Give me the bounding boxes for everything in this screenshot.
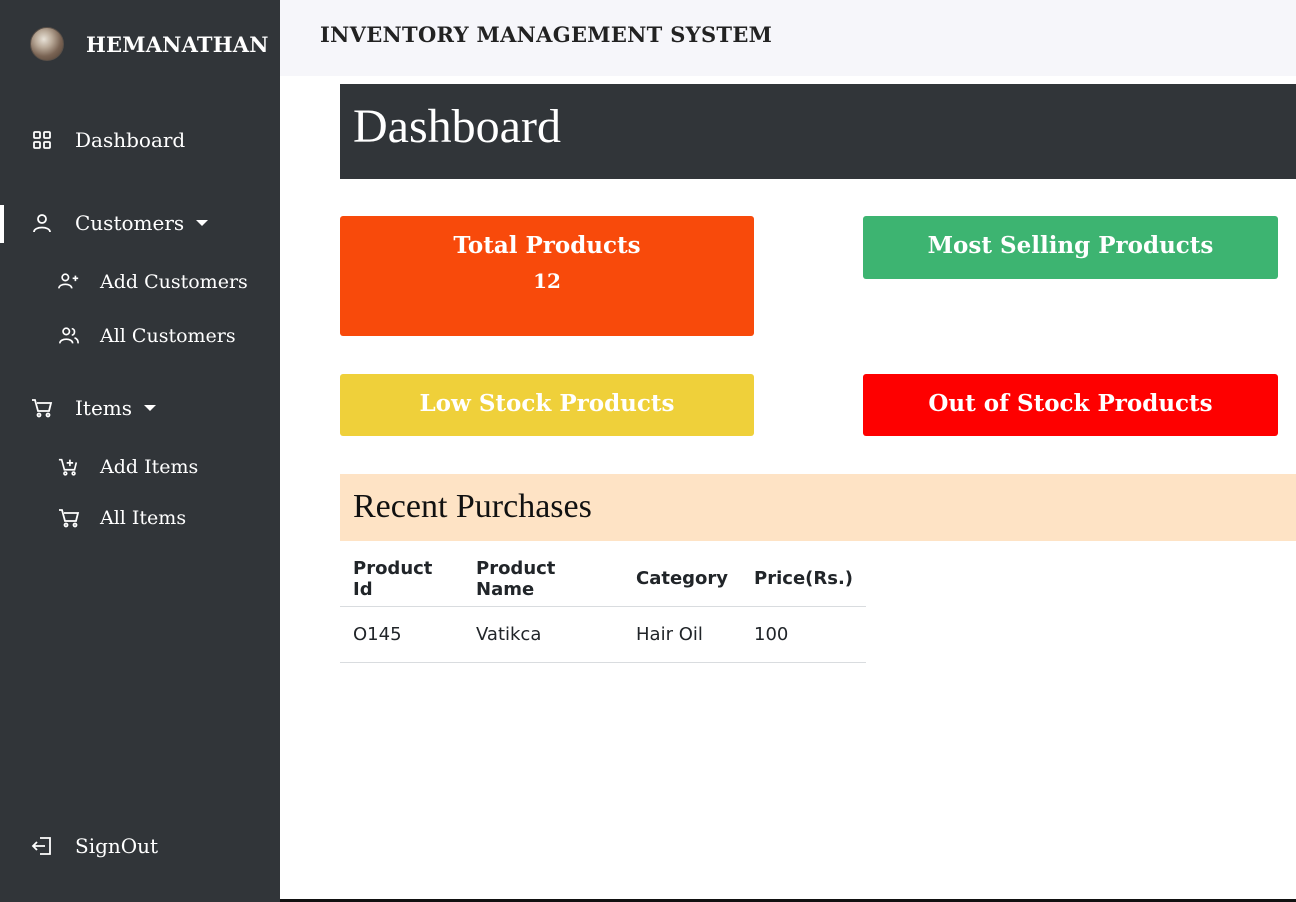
avatar[interactable] (30, 27, 64, 61)
sidebar-item-signout[interactable]: SignOut (0, 826, 280, 866)
sidebar-item-label: Add Customers (100, 271, 248, 293)
section-title: Recent Purchases (353, 488, 592, 525)
sidebar-item-all-customers[interactable]: All Customers (0, 316, 280, 356)
sidebar-item-label: SignOut (75, 834, 159, 858)
chevron-down-icon (196, 219, 209, 226)
sidebar: HEMANATHAN Dashboard Customers Add Custo… (0, 0, 280, 902)
card-title: Total Products (453, 232, 641, 259)
cart-icon (58, 507, 80, 529)
sidebar-item-items[interactable]: Items (0, 388, 280, 428)
sidebar-item-add-items[interactable]: Add Items (0, 447, 280, 487)
sidebar-item-add-customers[interactable]: Add Customers (0, 262, 280, 302)
sidebar-item-label: Items (75, 396, 133, 420)
top-header: INVENTORY MANAGEMENT SYSTEM (280, 0, 1296, 76)
card-title: Low Stock Products (419, 390, 675, 417)
table-cell: Vatikca (463, 606, 623, 663)
table-cell: 100 (741, 606, 867, 663)
column-header: Product Name (463, 552, 623, 607)
users-icon (58, 325, 80, 347)
recent-purchases-table: Product Id Product Name Category Price(R… (340, 552, 867, 663)
page-title: Dashboard (353, 100, 561, 153)
user-plus-icon (58, 271, 80, 293)
out-of-stock-products-card[interactable]: Out of Stock Products (863, 374, 1278, 436)
column-header: Category (623, 552, 742, 607)
card-title: Out of Stock Products (928, 390, 1213, 417)
recent-purchases-header: Recent Purchases (340, 474, 1296, 541)
sidebar-item-label: Add Items (100, 456, 199, 478)
cart-plus-icon (58, 456, 80, 478)
most-selling-products-card[interactable]: Most Selling Products (863, 216, 1278, 279)
table-cell: Hair Oil (623, 606, 742, 663)
grid-icon (31, 129, 53, 151)
sidebar-item-all-items[interactable]: All Items (0, 498, 280, 538)
app-title: INVENTORY MANAGEMENT SYSTEM (320, 22, 773, 47)
sidebar-item-label: Customers (75, 211, 185, 235)
low-stock-products-card[interactable]: Low Stock Products (340, 374, 754, 436)
brand: HEMANATHAN (30, 26, 269, 62)
sidebar-item-label: All Items (100, 507, 187, 529)
column-header: Product Id (340, 552, 463, 607)
sign-out-icon (31, 835, 53, 857)
cart-icon (31, 397, 53, 419)
sidebar-item-label: All Customers (100, 325, 236, 347)
sidebar-item-customers[interactable]: Customers (0, 203, 280, 243)
total-products-card[interactable]: Total Products 12 (340, 216, 754, 336)
chevron-down-icon (144, 404, 157, 411)
page-header: Dashboard (340, 84, 1296, 179)
table-cell: O145 (340, 606, 463, 663)
table-header-row: Product Id Product Name Category Price(R… (340, 552, 867, 607)
brand-name: HEMANATHAN (86, 31, 269, 57)
sidebar-item-label: Dashboard (75, 128, 186, 152)
card-value: 12 (533, 269, 561, 293)
user-icon (31, 212, 53, 234)
card-title: Most Selling Products (927, 232, 1214, 259)
table-row: O145 Vatikca Hair Oil 100 (340, 606, 867, 663)
sidebar-item-dashboard[interactable]: Dashboard (0, 120, 280, 160)
column-header: Price(Rs.) (741, 552, 867, 607)
